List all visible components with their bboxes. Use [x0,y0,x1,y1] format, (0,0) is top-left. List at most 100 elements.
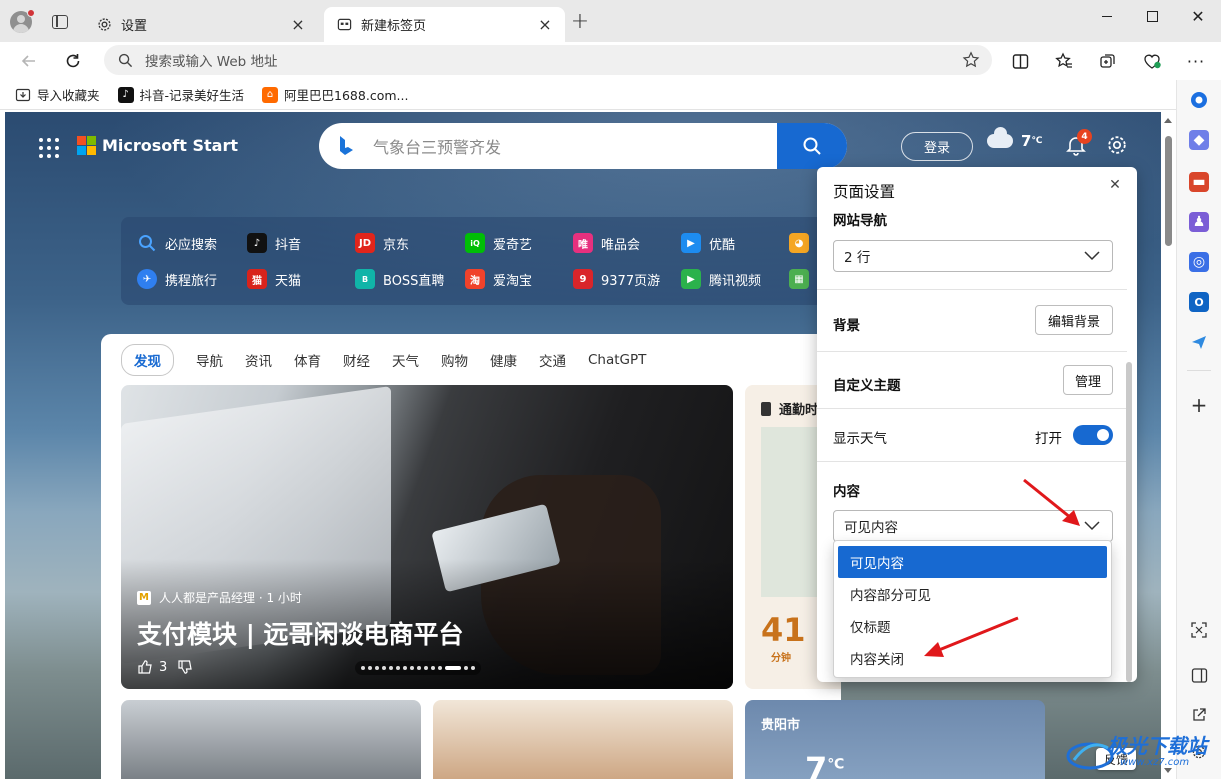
quick-link[interactable]: ♪ 抖音 [247,233,301,253]
quick-link-more[interactable]: ▦ [789,269,817,289]
add-sidebar-app-icon[interactable]: + [1189,393,1209,417]
search-query-input[interactable]: 气象台三预警齐发 [373,134,777,158]
quick-link[interactable]: ▶ 腾讯视频 [681,269,761,289]
send-icon[interactable] [1189,332,1209,352]
quick-link[interactable]: 必应搜索 [137,233,217,253]
new-tab-button[interactable]: + [570,11,590,33]
tab-new-tab[interactable]: 新建标签页 × [324,7,565,42]
quick-link[interactable]: JD 京东 [355,233,409,253]
quick-link[interactable]: iQ 爱奇艺 [465,233,532,253]
quick-link[interactable]: ▶ 优酷 [681,233,735,253]
split-screen-icon[interactable] [1010,51,1030,71]
close-tab-icon[interactable]: × [290,16,306,33]
close-icon[interactable]: ✕ [1107,177,1123,193]
content-option[interactable]: 内容部分可见 [838,578,1107,610]
divider [817,408,1127,409]
feed-tab[interactable]: 资讯 [245,350,272,370]
thumbs-down-icon[interactable] [177,659,193,675]
quick-link[interactable]: 唯 唯品会 [573,233,640,253]
news-tile[interactable] [433,700,733,779]
external-link-icon[interactable] [1189,705,1209,725]
douyin-icon: ♪ [117,86,134,103]
sidebar-toggle-icon[interactable] [1189,665,1209,685]
feed-tab[interactable]: 体育 [294,350,321,370]
import-favorites-icon [15,87,31,103]
address-input[interactable]: 搜索或输入 Web 地址 [145,50,962,70]
watermark-url: www.xz7.com [1120,757,1190,768]
collections-icon[interactable] [1098,51,1118,71]
weather-widget[interactable]: 7 ℃ [987,127,1042,150]
quick-link-label: BOSS直聘 [383,273,445,289]
page-settings-gear-icon[interactable] [1106,134,1128,156]
microsoft-start-logo[interactable]: Microsoft Start [77,136,238,155]
quick-link-more[interactable]: ◕ [789,233,817,253]
quick-link[interactable]: 淘 爱淘宝 [465,269,532,289]
quick-link-label: 抖音 [275,237,302,253]
article-title[interactable]: 支付模块 | 远哥闲谈电商平台 [137,615,464,651]
games-icon[interactable]: ♟ [1189,212,1209,232]
close-tab-icon[interactable]: × [537,16,553,33]
favorite-item[interactable]: ♪ 抖音-记录美好生活 [117,85,245,104]
scrollbar-thumb[interactable] [1165,136,1172,246]
thumbs-up-icon[interactable] [137,659,153,675]
weather-city[interactable]: 贵阳市 [761,714,800,733]
feed-tab-discover[interactable]: 发现 [121,344,174,376]
show-weather-toggle[interactable] [1073,425,1113,445]
quick-link[interactable]: B BOSS直聘 [355,269,444,289]
carousel-pagination[interactable] [355,661,481,675]
feed-tab[interactable]: 购物 [441,350,468,370]
login-button[interactable]: 登录 [901,132,973,161]
feed-tab[interactable]: 健康 [490,350,517,370]
shopping-tag-icon[interactable]: ◆ [1189,130,1209,150]
tab-settings[interactable]: 设置 × [84,7,318,42]
outlook-icon[interactable]: O [1189,292,1209,312]
quick-link[interactable]: ✈ 携程旅行 [137,269,217,289]
close-window-button[interactable]: ✕ [1188,6,1208,26]
new-tab-page: Microsoft Start 气象台三预警齐发 登录 7 ℃ 4 必应搜索 ♪ … [5,112,1161,779]
maximize-button[interactable] [1142,6,1162,26]
bing-search-icon [137,233,157,253]
quick-link[interactable]: 猫 天猫 [247,269,301,289]
feed-tab[interactable]: 导航 [196,350,223,370]
content-option[interactable]: 可见内容 [838,546,1107,578]
commute-title: 通勤时 [779,403,819,418]
feed-tab[interactable]: ChatGPT [588,352,646,368]
quick-link[interactable]: 9 9377页游 [573,269,660,289]
back-button[interactable] [18,50,40,72]
favorite-item[interactable]: 导入收藏夹 [15,85,100,104]
screenshot-icon[interactable] [1189,620,1209,640]
favorite-item[interactable]: ⌂ 阿里巴巴1688.com... [262,85,408,104]
feed-tab[interactable]: 交通 [539,350,566,370]
panel-scrollbar[interactable] [1126,362,1132,682]
commute-unit: 分钟 [771,653,791,664]
bing-chat-icon[interactable] [1189,90,1209,110]
search-button[interactable] [777,123,847,169]
address-bar[interactable]: 搜索或输入 Web 地址 [104,45,992,75]
site-nav-select[interactable]: 2 行 [833,240,1113,272]
hero-article-card[interactable]: M 人人都是产品经理 · 1 小时 支付模块 | 远哥闲谈电商平台 3 [121,385,733,689]
site-nav-label: 网站导航 [833,213,887,229]
favorites-icon[interactable] [1054,51,1074,71]
feed-tab[interactable]: 财经 [343,350,370,370]
tools-briefcase-icon[interactable]: ▬ [1189,172,1209,192]
microsoft365-icon[interactable]: ◎ [1189,252,1209,272]
weather-card[interactable]: 贵阳市 7℃ [745,700,1045,779]
browser-essentials-icon[interactable] [1142,51,1162,71]
news-tile[interactable] [121,700,421,779]
feed-tab[interactable]: 天气 [392,350,419,370]
taobao-icon: 淘 [465,269,485,289]
app-launcher-icon[interactable] [39,138,59,158]
edit-background-button[interactable]: 编辑背景 [1035,305,1113,335]
web-search-box[interactable]: 气象台三预警齐发 [319,123,847,169]
page-scrollbar[interactable] [1161,112,1176,779]
star-favorite-icon[interactable] [962,51,980,69]
scroll-up-icon[interactable] [1164,118,1172,123]
more-menu-icon[interactable]: ··· [1186,51,1206,71]
annotation-arrow [924,616,1019,657]
manage-theme-button[interactable]: 管理 [1063,365,1113,395]
refresh-button[interactable] [62,50,84,72]
minimize-button[interactable] [1097,6,1117,26]
ctrip-icon: ✈ [137,269,157,289]
tab-actions-icon[interactable] [52,15,68,29]
favorite-label: 抖音-记录美好生活 [139,88,245,103]
